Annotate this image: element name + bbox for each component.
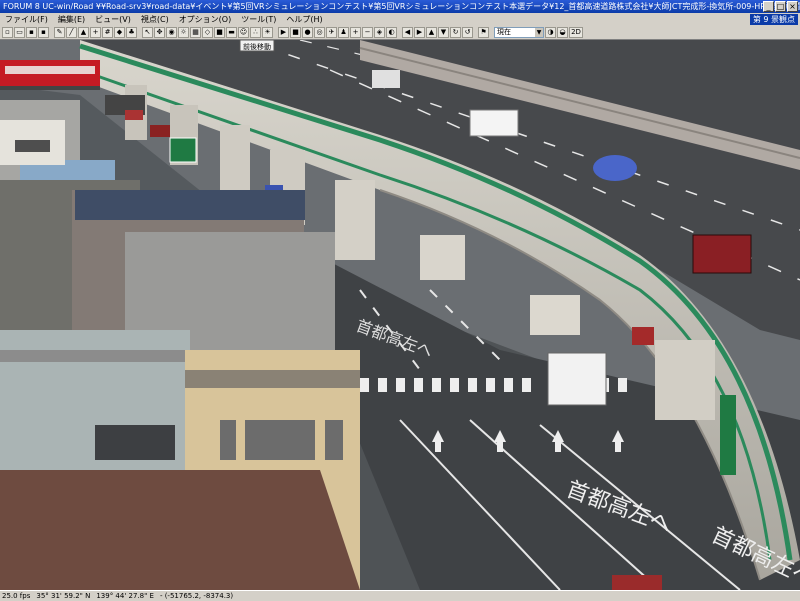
car-icon[interactable]: ▬ (226, 27, 237, 38)
down-arrow-icon[interactable]: ▼ (438, 27, 449, 38)
model-icon[interactable]: ◆ (114, 27, 125, 38)
longitude-readout: 139° 44' 27.8" E (96, 592, 154, 600)
left-arrow-icon[interactable]: ◀ (402, 27, 413, 38)
drive-icon[interactable]: ◎ (314, 27, 325, 38)
minimize-button[interactable]: _ (763, 1, 774, 12)
save-as-icon[interactable]: ▪ (38, 27, 49, 38)
title-bar: FORUM 8 UC-win/Road ¥¥Road-srv3¥road-dat… (0, 0, 800, 13)
menu-file[interactable]: ファイル(F) (0, 13, 53, 26)
flag-icon[interactable]: ⚑ (478, 27, 489, 38)
scene-render: 首都高左へ 首都高左へ 首都高左へ 前後移動 (0, 40, 800, 590)
menu-options[interactable]: オプション(O) (174, 13, 237, 26)
stop-icon[interactable]: ■ (290, 27, 301, 38)
option-a-icon[interactable]: ◑ (545, 27, 556, 38)
latitude-readout: 35° 31' 59.2" N (36, 592, 91, 600)
train (0, 60, 100, 90)
intersection-icon[interactable]: + (90, 27, 101, 38)
rain-icon[interactable]: ∴ (250, 27, 261, 38)
up-arrow-icon[interactable]: ▲ (426, 27, 437, 38)
scene-badge: 第 9 景観点 (749, 14, 798, 25)
move-icon[interactable]: ✥ (154, 27, 165, 38)
menu-edit[interactable]: 編集(E) (53, 13, 90, 26)
new-file-icon[interactable]: ▫ (2, 27, 13, 38)
front-move-sign: 前後移動 (243, 42, 271, 51)
menu-help[interactable]: ヘルプ(H) (281, 13, 327, 26)
toolbar: ▫ ▭ ▪ ▪ ✎ ╱ ▲ + # ◆ ♣ ↖ ✥ ◉ ☼ ▦ ◇ ■ ▬ ☺ … (0, 26, 800, 40)
3d-viewport[interactable]: 首都高左へ 首都高左へ 首都高左へ 前後移動 (0, 40, 800, 590)
play-icon[interactable]: ▶ (278, 27, 289, 38)
open-folder-icon[interactable]: ▭ (14, 27, 25, 38)
zoom-in-icon[interactable]: + (350, 27, 361, 38)
zoom-out-icon[interactable]: − (362, 27, 373, 38)
traffic-icon[interactable]: ■ (214, 27, 225, 38)
reset-icon[interactable]: ↺ (462, 27, 473, 38)
rotate-icon[interactable]: ↻ (450, 27, 461, 38)
person-icon[interactable]: ☺ (238, 27, 249, 38)
close-button[interactable]: × (787, 1, 798, 12)
menu-tools[interactable]: ツール(T) (236, 13, 281, 26)
viewpoint-icon[interactable]: ◈ (374, 27, 385, 38)
window-title: FORUM 8 UC-win/Road ¥¥Road-srv3¥road-dat… (3, 2, 800, 11)
record-icon[interactable]: ● (302, 27, 313, 38)
status-bar: 25.0 fps 35° 31' 59.2" N 139° 44' 27.8" … (0, 590, 800, 600)
road-edit-icon[interactable]: ╱ (66, 27, 77, 38)
eye-icon[interactable]: ◐ (386, 27, 397, 38)
chevron-down-icon: ▼ (535, 28, 543, 37)
pencil-icon[interactable]: ✎ (54, 27, 65, 38)
coordinate-readout: - (-51765.2, -8374.3) (159, 592, 234, 600)
sign-icon[interactable]: ◇ (202, 27, 213, 38)
menu-view[interactable]: ビュー(V) (90, 13, 136, 26)
right-arrow-icon[interactable]: ▶ (414, 27, 425, 38)
arrow-icon[interactable]: ↖ (142, 27, 153, 38)
highway-sign (169, 137, 197, 163)
texture-icon[interactable]: ▦ (190, 27, 201, 38)
green-sign-panel (720, 395, 736, 475)
fps-readout: 25.0 fps (2, 592, 31, 600)
mode-select-value: 現在 (497, 28, 511, 36)
mode-select[interactable]: 現在 ▼ (494, 27, 544, 38)
menu-viewpoint[interactable]: 視点(C) (136, 13, 174, 26)
grid-icon[interactable]: # (102, 27, 113, 38)
maximize-button[interactable]: □ (775, 1, 786, 12)
fly-icon[interactable]: ✈ (326, 27, 337, 38)
mode-2d-button[interactable]: 2D (569, 27, 583, 38)
walk-icon[interactable]: ♟ (338, 27, 349, 38)
tree-icon[interactable]: ♣ (126, 27, 137, 38)
menu-bar: ファイル(F) 編集(E) ビュー(V) 視点(C) オプション(O) ツール(… (0, 13, 800, 26)
sun-icon[interactable]: ☀ (262, 27, 273, 38)
option-b-icon[interactable]: ◒ (557, 27, 568, 38)
terrain-icon[interactable]: ▲ (78, 27, 89, 38)
camera-icon[interactable]: ◉ (166, 27, 177, 38)
light-icon[interactable]: ☼ (178, 27, 189, 38)
save-icon[interactable]: ▪ (26, 27, 37, 38)
